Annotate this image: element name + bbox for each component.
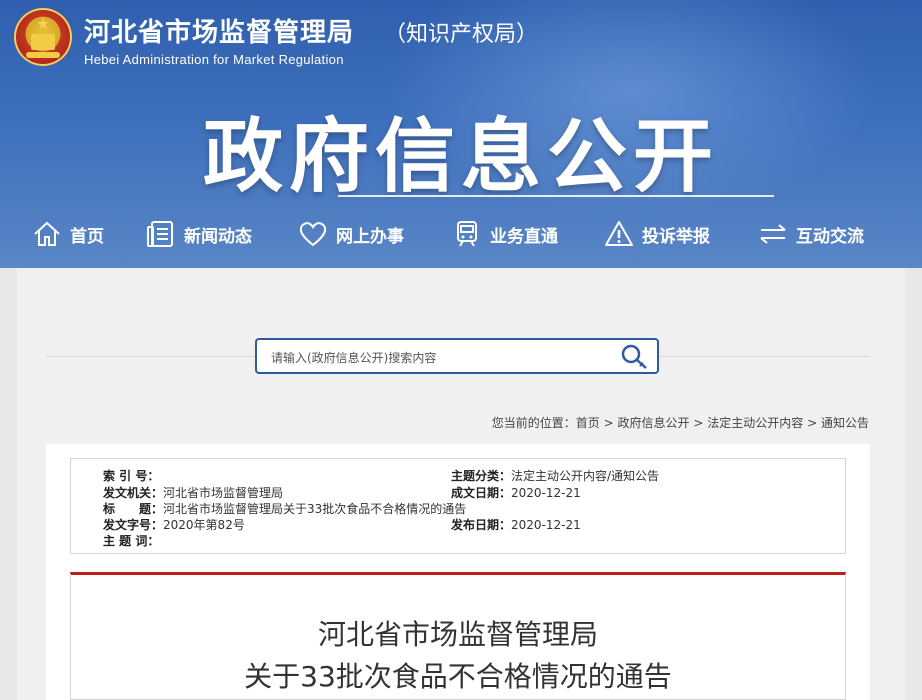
meta-issuer-value: 河北省市场监督管理局	[163, 486, 284, 500]
meta-category-value: 法定主动公开内容/通知公告	[511, 469, 660, 483]
site-title[interactable]: 河北省市场监督管理局	[84, 12, 354, 49]
nav-item-business[interactable]: 业务直通	[452, 212, 558, 256]
meta-created: 成文日期：2020-12-21	[451, 484, 581, 502]
meta-created-value: 2020-12-21	[511, 486, 581, 500]
meta-published-value: 2020-12-21	[511, 518, 581, 532]
search-icon[interactable]	[619, 343, 649, 371]
exchange-icon	[760, 224, 786, 244]
breadcrumb-notices[interactable]: 通知公告	[821, 416, 869, 430]
search-input[interactable]	[269, 346, 613, 370]
breadcrumb-separator: >	[693, 416, 704, 430]
meta-index-label: 索 引 号：	[103, 469, 160, 483]
nav-item-online-service[interactable]: 网上办事	[298, 212, 404, 256]
breadcrumb-statutory[interactable]: 法定主动公开内容	[707, 416, 803, 430]
nav-label: 业务直通	[490, 226, 558, 247]
banner-underline	[338, 195, 774, 197]
search-box	[255, 338, 659, 374]
warning-icon	[605, 221, 633, 246]
meta-keywords: 主 题 词：	[103, 532, 159, 550]
breadcrumb-separator: >	[807, 416, 818, 430]
document-metadata: 索 引 号： 发文机关：河北省市场监督管理局 标 题：河北省市场监督管理局关于3…	[70, 458, 846, 554]
breadcrumb-home[interactable]: 首页	[576, 416, 600, 430]
article-title-line1: 河北省市场监督管理局	[317, 618, 598, 651]
breadcrumb-separator: >	[603, 416, 614, 430]
nav-item-news[interactable]: 新闻动态	[146, 212, 252, 256]
banner-title: 政府信息公开	[203, 110, 719, 203]
nav-item-interaction[interactable]: 互动交流	[758, 212, 864, 256]
meta-index: 索 引 号：	[103, 467, 159, 485]
search-divider-left	[46, 356, 255, 357]
site-english-name: Hebei Administration for Market Regulati…	[84, 52, 344, 67]
train-icon	[457, 221, 477, 247]
meta-published: 发布日期：2020-12-21	[451, 516, 581, 534]
meta-title-value: 河北省市场监督管理局关于33批次食品不合格情况的通告	[163, 502, 467, 516]
national-emblem-icon[interactable]: ★	[14, 8, 72, 66]
search-divider-right	[660, 356, 870, 357]
meta-published-label: 发布日期：	[451, 518, 512, 532]
breadcrumb-prefix: 您当前的位置：	[491, 416, 576, 430]
main-nav: 首页 新闻动态 网上办事 业务直通 投诉举报 互动交流	[0, 212, 922, 256]
news-icon	[147, 221, 173, 247]
meta-category: 主题分类：法定主动公开内容/通知公告	[451, 467, 659, 485]
meta-created-label: 成文日期：	[451, 486, 512, 500]
site-subtitle: （知识产权局）	[384, 22, 539, 47]
nav-label: 互动交流	[796, 226, 864, 247]
nav-label: 首页	[70, 226, 104, 247]
breadcrumb-gov-info[interactable]: 政府信息公开	[618, 416, 690, 430]
nav-label: 新闻动态	[184, 226, 252, 247]
heart-icon	[299, 222, 327, 247]
breadcrumb: 您当前的位置：首页 > 政府信息公开 > 法定主动公开内容 > 通知公告	[492, 414, 869, 431]
home-icon	[34, 221, 60, 246]
site-header: ★ 河北省市场监督管理局 （知识产权局） Hebei Administratio…	[0, 0, 922, 268]
meta-keywords-label: 主 题 词：	[103, 534, 160, 548]
nav-item-complaint[interactable]: 投诉举报	[604, 212, 710, 256]
article-title-line2: 关于33批次食品不合格情况的通告	[244, 660, 672, 693]
nav-item-home[interactable]: 首页	[32, 212, 104, 256]
nav-label: 网上办事	[336, 226, 404, 247]
meta-category-label: 主题分类：	[451, 469, 512, 483]
article: 河北省市场监督管理局 关于33批次食品不合格情况的通告	[70, 572, 846, 700]
nav-label: 投诉举报	[642, 226, 710, 247]
meta-docno-value: 2020年第82号	[163, 518, 245, 532]
